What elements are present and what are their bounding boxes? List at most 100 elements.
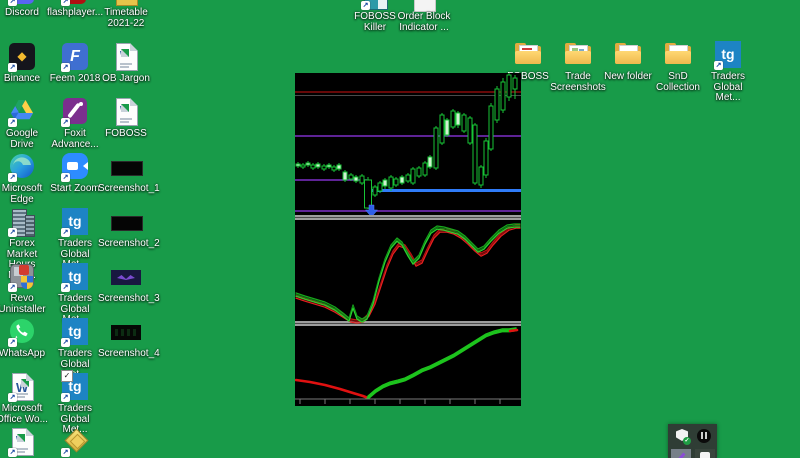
notebook-icon — [116, 0, 138, 6]
icon-label: Screenshot_1 — [98, 183, 160, 194]
desktop-icon-traders-1[interactable]: tg↗Traders Global Met... — [47, 207, 103, 271]
desktop-icon-trade-screenshots[interactable]: Trade Screenshots — [550, 40, 606, 93]
icon-art: W — [110, 97, 142, 127]
desktop-icon-doc-bottom[interactable]: W ↗ — [0, 427, 50, 457]
desktop-icon-traders-4[interactable]: tg↗✓Traders Global Met... — [47, 370, 103, 436]
icon-label: FOBOSS Killer — [354, 11, 396, 33]
check-badge-icon: ✓ — [61, 370, 73, 382]
desktop-icon-discord[interactable]: ↗ Discord — [0, 0, 50, 19]
desktop-icon-flashplayer[interactable]: ↗ flashplayer... — [47, 0, 103, 19]
desktop-icon-snd-collection[interactable]: SnD Collection — [650, 40, 706, 93]
desktop-icon-ob-jargon[interactable]: W OB Jargon — [98, 42, 154, 85]
icon-art — [110, 317, 142, 347]
desktop-icon-new-folder[interactable]: New folder — [600, 40, 656, 83]
tray-tile-pencil[interactable] — [671, 449, 691, 458]
tray-tile-white[interactable] — [695, 449, 715, 458]
icon-label: Foxit Advance... — [51, 128, 99, 150]
desktop-icon-screenshot-4[interactable]: Screenshot_4 — [98, 317, 160, 360]
desktop-icon-metaeditor[interactable]: ↗ — [47, 427, 103, 457]
desktop-icon-whatsapp[interactable]: ↗ WhatsApp — [0, 317, 50, 360]
desktop-icon-feem[interactable]: F ↗ Feem 2018 — [47, 42, 103, 85]
icon-label: Discord — [5, 7, 39, 18]
icon-label: Screenshot_2 — [98, 238, 160, 249]
icon-label: Timetable 2021-22 — [104, 7, 148, 29]
icon-art: tg ↗ — [59, 207, 91, 237]
app-glyph-icon — [701, 432, 703, 439]
icon-art — [110, 262, 142, 292]
desktop-icon-timetable[interactable]: Timetable 2021-22 — [98, 0, 154, 29]
icon-art — [110, 0, 142, 6]
icon-label: Feem 2018 — [49, 73, 101, 84]
icon-art: tg ↗ ✓ — [59, 370, 91, 402]
shortcut-arrow-icon: ↗ — [8, 393, 17, 402]
antivirus-tray-icon[interactable]: ✓ — [675, 429, 691, 445]
icon-label: Trade Screenshots — [550, 71, 606, 93]
icon-art: ↗ — [6, 262, 38, 292]
icon-art: tg ↗ — [59, 317, 91, 347]
desktop-icon-traders-2[interactable]: tg↗Traders Global Met... — [47, 262, 103, 326]
icon-art: ↗ — [6, 0, 38, 6]
shortcut-arrow-icon: ↗ — [8, 283, 17, 292]
shortcut-arrow-icon: ↗ — [61, 283, 70, 292]
desktop-icon-google-drive[interactable]: ↗ Google Drive — [0, 97, 50, 150]
icon-label: Google Drive — [5, 128, 39, 150]
icon-label: New folder — [604, 71, 652, 82]
desktop-icon-foboss-killer[interactable]: ↗ FOBOSS Killer — [347, 0, 403, 33]
shortcut-arrow-icon: ↗ — [61, 0, 70, 6]
shortcut-arrow-icon: ↗ — [61, 173, 70, 182]
icon-label: Screenshot_3 — [98, 293, 160, 304]
icon-label: WhatsApp — [0, 348, 46, 359]
desktop-icon-screenshot-2[interactable]: Screenshot_2 — [98, 207, 160, 250]
desktop-icon-binance[interactable]: ◆ ↗ Binance — [0, 42, 50, 85]
icon-art — [662, 40, 694, 70]
shortcut-arrow-icon: ↗ — [61, 118, 70, 127]
white-square-icon — [700, 452, 710, 458]
icon-art: tg ↗ — [59, 262, 91, 292]
desktop-icon-foboss-doc[interactable]: W FOBOSS — [98, 97, 154, 140]
shortcut-arrow-icon: ↗ — [61, 338, 70, 347]
desktop-icon-revo[interactable]: ↗ Revo Uninstaller — [0, 262, 50, 315]
check-badge-icon: ✓ — [683, 437, 691, 445]
desktop-icon-ms-word[interactable]: W ↗Microsoft Office Wo... — [0, 372, 50, 425]
icon-label: Binance — [3, 73, 41, 84]
tray-overflow-popup: ✓ — [668, 424, 717, 458]
icon-label: OB Jargon — [102, 73, 150, 84]
icon-art — [612, 40, 644, 70]
icon-art: ↗ — [6, 97, 38, 127]
desktop-icon-foxit[interactable]: ↗ Foxit Advance... — [47, 97, 103, 150]
desktop-icon-start-zoom[interactable]: ↗ Start Zoom — [47, 152, 103, 195]
desktop-icon-screenshot-1[interactable]: Screenshot_1 — [98, 152, 160, 195]
shortcut-arrow-icon: ↗ — [61, 228, 70, 237]
shortcut-arrow-icon: ↗ — [61, 448, 70, 457]
icon-art: tg ↗ — [712, 40, 744, 70]
icon-art: ↗ — [59, 427, 91, 457]
desktop-icon-screenshot-3[interactable]: Screenshot_3 — [98, 262, 160, 305]
shortcut-arrow-icon: ↗ — [714, 61, 723, 70]
icon-art: ↗ — [6, 317, 38, 347]
word-document-icon: W — [116, 43, 138, 71]
icon-art — [512, 40, 544, 70]
icon-art: ↗ — [59, 97, 91, 127]
shortcut-arrow-icon: ↗ — [361, 1, 370, 10]
icon-art: W ↗ — [6, 372, 38, 402]
shortcut-arrow-icon: ↗ — [8, 338, 17, 347]
pencil-icon — [675, 452, 686, 458]
icon-art — [110, 207, 143, 237]
screenshot-thumbnail — [111, 216, 143, 231]
icon-label: Revo Uninstaller — [0, 293, 46, 315]
desktop-icon-ms-edge[interactable]: ↗ Microsoft Edge — [0, 152, 50, 205]
icon-art: ↗ — [59, 152, 91, 182]
screenshot-thumbnail — [111, 270, 141, 285]
icon-art — [110, 152, 143, 182]
desktop-icon-traders-5[interactable]: tg ↗ Traders Global Met... — [700, 40, 756, 104]
trading-chart-image[interactable] — [294, 73, 521, 406]
icon-label: Microsoft Office Wo... — [0, 403, 48, 425]
icon-label: Screenshot_4 — [98, 348, 160, 359]
desktop-icon-traders-3[interactable]: tg↗Traders Global Met... — [47, 317, 103, 381]
icon-art: ↗ — [59, 0, 91, 6]
shortcut-arrow-icon: ↗ — [8, 118, 17, 127]
icon-art — [408, 0, 440, 12]
icon-art: F ↗ — [59, 42, 91, 72]
dark-circle-tray-icon[interactable] — [697, 429, 711, 443]
desktop-icon-order-block[interactable]: Order Block Indicator ... — [396, 0, 452, 33]
